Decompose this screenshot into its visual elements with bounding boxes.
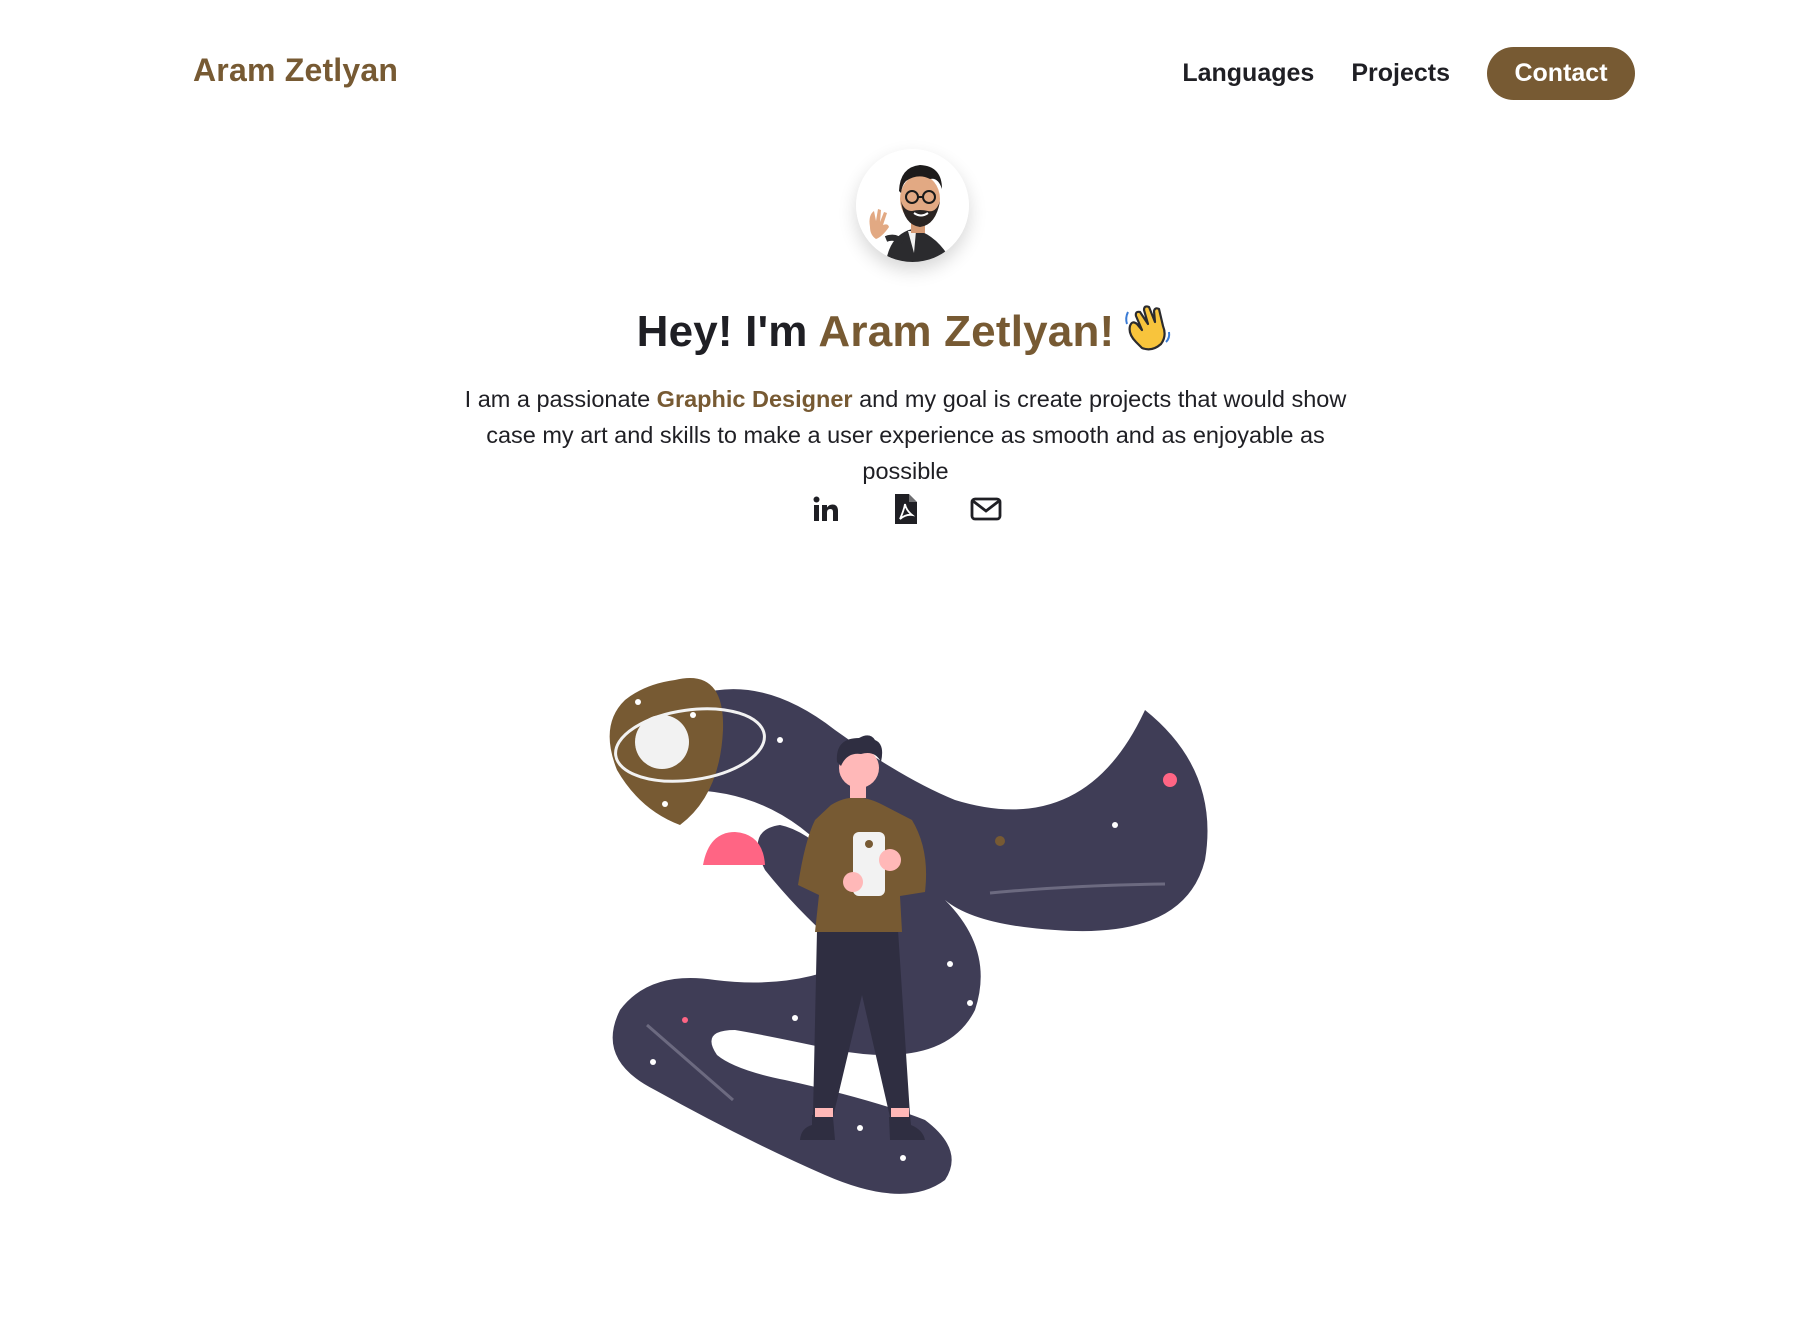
- avatar: [856, 149, 969, 262]
- intro-text: I am a passionate Graphic Designer and m…: [440, 381, 1371, 489]
- page: Aram Zetlyan Languages Projects Contact: [0, 0, 1811, 1322]
- headline-name: Aram Zetlyan!: [818, 307, 1115, 356]
- intro-role: Graphic Designer: [656, 386, 853, 412]
- headline-prefix: Hey! I'm: [636, 307, 819, 356]
- avatar-memoji-image: [856, 149, 969, 262]
- pink-planet: [703, 832, 765, 865]
- waving-hand-icon: [1125, 305, 1171, 351]
- site-header: Aram Zetlyan Languages Projects Contact: [0, 0, 1811, 150]
- email-icon[interactable]: [970, 492, 1002, 526]
- space-person-illustration: [609, 678, 1208, 1194]
- pdf-resume-icon[interactable]: [890, 492, 922, 526]
- nav-projects[interactable]: Projects: [1351, 59, 1450, 88]
- intro-before: I am a passionate: [464, 386, 657, 412]
- brand-logo[interactable]: Aram Zetlyan: [193, 52, 398, 89]
- social-links: [0, 492, 1811, 526]
- contact-button[interactable]: Contact: [1487, 47, 1635, 100]
- nav-languages[interactable]: Languages: [1182, 59, 1314, 88]
- linkedin-icon[interactable]: [810, 492, 842, 526]
- main-nav: Languages Projects Contact: [1182, 47, 1635, 100]
- hero-headline: Hey! I'm Aram Zetlyan!: [0, 302, 1811, 357]
